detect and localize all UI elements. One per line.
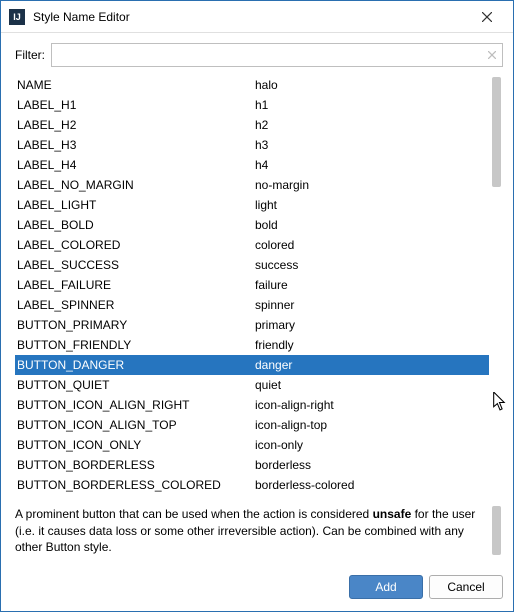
style-value-cell: colored	[253, 235, 489, 255]
table-row[interactable]: BUTTON_BORDERLESS_COLOREDborderless-colo…	[15, 475, 489, 495]
style-value-cell: danger	[253, 355, 489, 375]
style-constant-cell: BUTTON_ICON_ALIGN_RIGHT	[15, 395, 253, 415]
style-value-cell: h4	[253, 155, 489, 175]
dialog-window: IJ Style Name Editor Filter:	[0, 0, 514, 612]
description-bold: unsafe	[373, 507, 412, 521]
style-constant-cell: BUTTON_ICON_ALIGN_TOP	[15, 415, 253, 435]
table-row[interactable]: BUTTON_FRIENDLYfriendly	[15, 335, 489, 355]
style-value-cell: h2	[253, 115, 489, 135]
description-box: A prominent button that can be used when…	[15, 506, 503, 555]
style-value-cell: success	[253, 255, 489, 275]
table-row[interactable]: LABEL_H2h2	[15, 115, 489, 135]
window-title: Style Name Editor	[33, 10, 465, 24]
description-vscrollbar[interactable]	[489, 506, 503, 555]
style-value-cell: friendly	[253, 335, 489, 355]
table-row[interactable]: LABEL_SUCCESSsuccess	[15, 255, 489, 275]
close-button[interactable]	[465, 2, 509, 32]
style-value-cell: h3	[253, 135, 489, 155]
style-value-cell: icon-align-top	[253, 415, 489, 435]
table-row[interactable]: BUTTON_ICON_ONLYicon-only	[15, 435, 489, 455]
table-vscrollbar[interactable]	[489, 75, 503, 496]
table-row[interactable]: NAMEhalo	[15, 75, 489, 95]
style-constant-cell: LABEL_LIGHT	[15, 195, 253, 215]
style-constant-cell: BUTTON_BORDERLESS_COLORED	[15, 475, 253, 495]
description-pre: A prominent button that can be used when…	[15, 507, 373, 521]
filter-input[interactable]	[51, 43, 503, 67]
table-row[interactable]: LABEL_H4h4	[15, 155, 489, 175]
style-table-wrap: NAMEhaloLABEL_H1h1LABEL_H2h2LABEL_H3h3LA…	[15, 75, 503, 496]
clear-icon	[488, 51, 496, 59]
table-row[interactable]: LABEL_H3h3	[15, 135, 489, 155]
style-value-cell: icon-only	[253, 435, 489, 455]
scrollbar-thumb[interactable]	[492, 77, 501, 187]
cancel-button[interactable]: Cancel	[429, 575, 503, 599]
style-table-scroll[interactable]: NAMEhaloLABEL_H1h1LABEL_H2h2LABEL_H3h3LA…	[15, 75, 489, 496]
style-constant-cell: LABEL_COLORED	[15, 235, 253, 255]
style-value-cell: bold	[253, 215, 489, 235]
style-constant-cell: LABEL_H2	[15, 115, 253, 135]
style-constant-cell: LABEL_H1	[15, 95, 253, 115]
table-row[interactable]: LABEL_BOLDbold	[15, 215, 489, 235]
style-constant-cell: BUTTON_QUIET	[15, 375, 253, 395]
style-constant-cell: NAME	[15, 75, 253, 95]
table-row[interactable]: BUTTON_QUIETquiet	[15, 375, 489, 395]
style-constant-cell: BUTTON_DANGER	[15, 355, 253, 375]
app-icon: IJ	[9, 9, 25, 25]
style-constant-cell: LABEL_NO_MARGIN	[15, 175, 253, 195]
style-value-cell: borderless-colored	[253, 475, 489, 495]
filter-label: Filter:	[15, 48, 45, 62]
style-value-cell: failure	[253, 275, 489, 295]
table-row[interactable]: BUTTON_BORDERLESSborderless	[15, 455, 489, 475]
table-row[interactable]: LABEL_SPINNERspinner	[15, 295, 489, 315]
filter-row: Filter:	[15, 43, 503, 67]
table-row[interactable]: BUTTON_DANGERdanger	[15, 355, 489, 375]
table-row[interactable]: LABEL_COLOREDcolored	[15, 235, 489, 255]
style-constant-cell: BUTTON_PRIMARY	[15, 315, 253, 335]
style-constant-cell: BUTTON_ICON_ONLY	[15, 435, 253, 455]
titlebar: IJ Style Name Editor	[1, 1, 513, 33]
style-constant-cell: LABEL_SPINNER	[15, 295, 253, 315]
table-row[interactable]: LABEL_H1h1	[15, 95, 489, 115]
close-icon	[482, 12, 492, 22]
style-constant-cell: LABEL_H3	[15, 135, 253, 155]
style-constant-cell: BUTTON_FRIENDLY	[15, 335, 253, 355]
filter-input-wrap	[51, 43, 503, 67]
style-table: NAMEhaloLABEL_H1h1LABEL_H2h2LABEL_H3h3LA…	[15, 75, 489, 495]
style-constant-cell: LABEL_H4	[15, 155, 253, 175]
style-value-cell: no-margin	[253, 175, 489, 195]
description-text: A prominent button that can be used when…	[15, 506, 489, 555]
table-row[interactable]: LABEL_LIGHTlight	[15, 195, 489, 215]
dialog-content: Filter: NAMEhaloLABEL_H1h1LABEL_H2h2LABE…	[1, 33, 513, 565]
style-constant-cell: LABEL_BOLD	[15, 215, 253, 235]
style-constant-cell: LABEL_FAILURE	[15, 275, 253, 295]
style-value-cell: halo	[253, 75, 489, 95]
table-row[interactable]: BUTTON_ICON_ALIGN_TOPicon-align-top	[15, 415, 489, 435]
table-row[interactable]: BUTTON_PRIMARYprimary	[15, 315, 489, 335]
style-value-cell: spinner	[253, 295, 489, 315]
table-row[interactable]: LABEL_FAILUREfailure	[15, 275, 489, 295]
add-button[interactable]: Add	[349, 575, 423, 599]
button-row: Add Cancel	[1, 565, 513, 611]
style-constant-cell: BUTTON_BORDERLESS	[15, 455, 253, 475]
style-constant-cell: LABEL_SUCCESS	[15, 255, 253, 275]
style-value-cell: h1	[253, 95, 489, 115]
style-value-cell: quiet	[253, 375, 489, 395]
clear-filter-button[interactable]	[485, 48, 499, 62]
style-value-cell: primary	[253, 315, 489, 335]
table-row[interactable]: LABEL_NO_MARGINno-margin	[15, 175, 489, 195]
style-value-cell: light	[253, 195, 489, 215]
scrollbar-thumb[interactable]	[492, 506, 501, 555]
style-value-cell: icon-align-right	[253, 395, 489, 415]
style-value-cell: borderless	[253, 455, 489, 475]
table-row[interactable]: BUTTON_ICON_ALIGN_RIGHTicon-align-right	[15, 395, 489, 415]
